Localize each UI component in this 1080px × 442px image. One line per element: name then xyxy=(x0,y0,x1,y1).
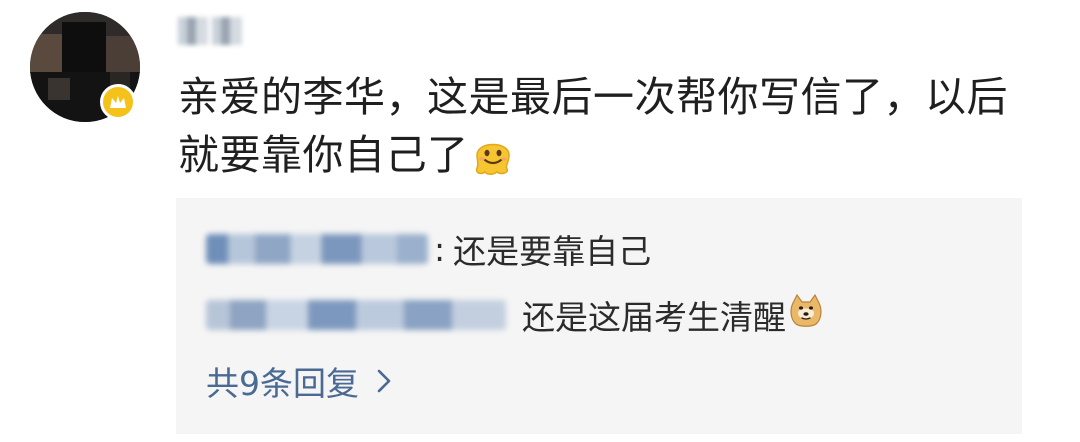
reply-separator: : xyxy=(434,229,446,269)
reply-username-redacted[interactable] xyxy=(206,300,506,330)
view-all-replies-label: 共9条回复 xyxy=(206,364,359,403)
view-all-replies-link[interactable]: 共9条回复 xyxy=(206,356,391,406)
avatar-badge-icon xyxy=(100,84,136,120)
replies-preview[interactable]: : 还是要靠自己 还是这届考生清醒 共9条回复 xyxy=(176,198,1022,434)
redacted-block xyxy=(178,17,208,45)
comment-text: 亲爱的李华，这是最后一次帮你写信了，以后就要靠你自己了 xyxy=(178,68,1038,192)
reply-username-redacted[interactable] xyxy=(206,234,428,264)
comment-body: 亲爱的李华，这是最后一次帮你写信了，以后就要靠你自己了 xyxy=(178,73,1008,179)
reply-text: 还是这届考生清醒 xyxy=(522,298,786,337)
reply-text: 还是要靠自己 xyxy=(453,232,652,271)
chevron-right-icon xyxy=(377,369,391,393)
doge-emoji-icon xyxy=(788,293,824,337)
melting-face-emoji-icon xyxy=(471,134,515,192)
reply-item[interactable]: : 还是要靠自己 xyxy=(206,224,651,274)
redacted-block xyxy=(212,17,242,45)
username-redacted[interactable] xyxy=(178,14,248,48)
reply-item[interactable]: 还是这届考生清醒 xyxy=(206,290,824,340)
